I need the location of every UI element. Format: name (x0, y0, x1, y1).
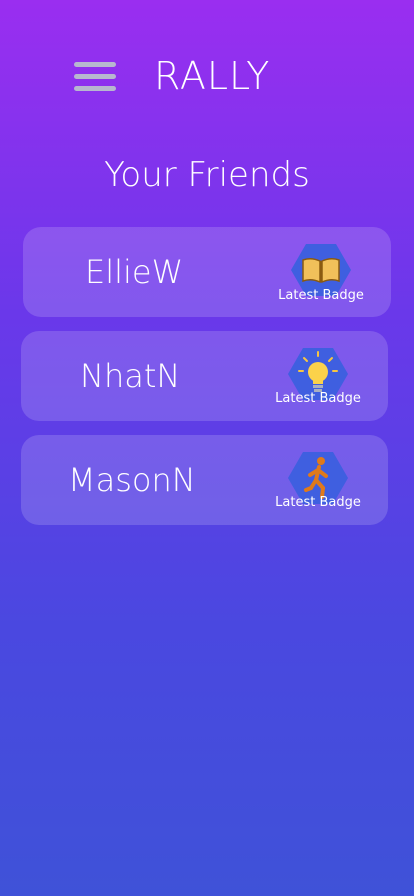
menu-line (74, 62, 116, 67)
friend-card-ellie[interactable]: EllieW Latest Badge (23, 227, 391, 317)
menu-line (74, 74, 116, 79)
hamburger-menu-icon[interactable] (74, 62, 116, 94)
badge-label: Latest Badge (278, 288, 364, 303)
badge-label: Latest Badge (275, 391, 361, 406)
friend-name: NhatN (80, 357, 181, 395)
friend-name: MasonN (68, 461, 196, 499)
friend-card-mason[interactable]: MasonN Latest Badge (21, 435, 388, 525)
app-title: RALLY (154, 54, 271, 98)
badge-label: Latest Badge (275, 495, 361, 510)
friend-card-nhat[interactable]: NhatN Latest Badge (21, 331, 388, 421)
section-title: Your Friends (104, 155, 310, 195)
friend-name: EllieW (85, 253, 184, 291)
menu-line (74, 86, 116, 91)
